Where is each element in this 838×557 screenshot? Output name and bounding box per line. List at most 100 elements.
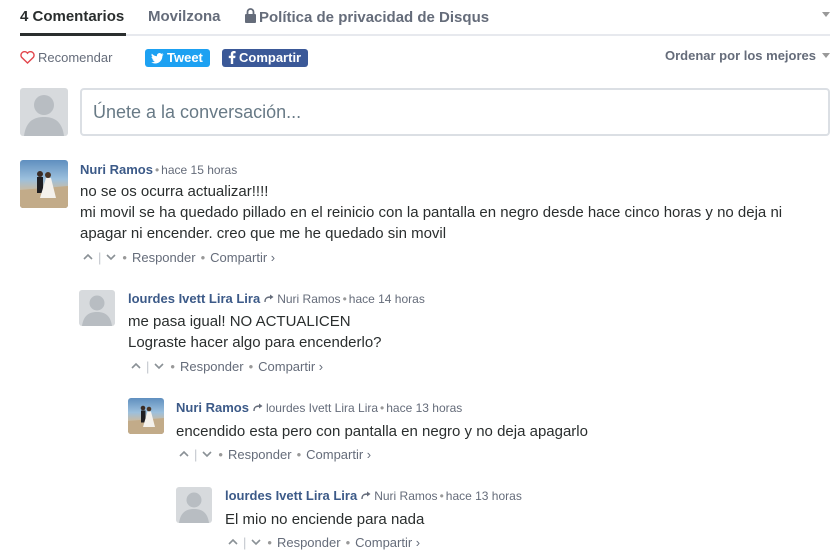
downvote-icon[interactable]	[105, 251, 117, 263]
comment-line: no se os ocurra actualizar!!!!	[80, 183, 269, 200]
recommend-button[interactable]: Recomendar	[20, 50, 112, 65]
tweet-button[interactable]: Tweet	[145, 49, 210, 67]
share-label: Compartir	[239, 50, 302, 65]
downvote-icon[interactable]	[153, 360, 165, 372]
comment-author[interactable]: lourdes Ivett Lira Lira	[225, 488, 357, 503]
comment-timestamp[interactable]: hace 15 horas	[161, 163, 237, 177]
comment: Nuri Ramos lourdes Ivett Lira Lira • hace 1…	[128, 398, 830, 464]
reply-arrow-icon	[361, 491, 371, 500]
comment-author[interactable]: Nuri Ramos	[80, 162, 153, 177]
sort-dropdown[interactable]: Ordenar por los mejores	[665, 48, 830, 63]
comment-line: Lograste hacer algo para encenderlo?	[128, 334, 382, 351]
user-placeholder-icon	[179, 492, 209, 523]
comment-header: lourdes Ivett Lira Lira Nuri Ramos • hace 1…	[128, 291, 425, 306]
user-menu-caret-icon[interactable]	[822, 12, 830, 17]
comment-footer: | • Responder • Compartir ›	[178, 447, 371, 462]
vote-divider: |	[194, 447, 198, 462]
comment-input[interactable]: Únete a la conversación...	[80, 88, 830, 136]
separator-dot: •	[122, 250, 127, 265]
separator-dot: •	[200, 250, 206, 265]
comment-footer: | • Responder • Compartir ›	[130, 359, 323, 374]
wedding-photo-icon	[128, 405, 164, 434]
downvote-icon[interactable]	[250, 536, 262, 548]
reply-link[interactable]: Responder	[132, 250, 196, 265]
facebook-icon	[228, 51, 236, 64]
upvote-icon[interactable]	[82, 251, 94, 263]
share-link[interactable]: Compartir ›	[306, 447, 371, 462]
composer-avatar	[20, 88, 68, 136]
share-link[interactable]: Compartir ›	[355, 535, 420, 550]
tab-comments[interactable]: 4 Comentarios	[20, 8, 124, 25]
comment-author[interactable]: lourdes Ivett Lira Lira	[128, 291, 260, 306]
downvote-icon[interactable]	[201, 448, 213, 460]
reply-to-author[interactable]: lourdes Ivett Lira Lira	[266, 401, 378, 415]
privacy-label: Política de privacidad de Disqus	[259, 9, 490, 26]
vote-divider: |	[146, 359, 150, 374]
separator-dot: •	[218, 447, 223, 462]
separator-dot: •	[439, 489, 444, 503]
upvote-icon[interactable]	[178, 448, 190, 460]
share-link[interactable]: Compartir ›	[258, 359, 323, 374]
comment-footer: | • Responder • Compartir ›	[227, 535, 420, 550]
reply-link[interactable]: Responder	[277, 535, 341, 550]
comment: lourdes Ivett Lira Lira Nuri Ramos • hace 1…	[176, 487, 830, 553]
avatar[interactable]	[128, 398, 164, 434]
separator-dot: •	[248, 359, 254, 374]
share-link[interactable]: Compartir ›	[210, 250, 275, 265]
user-placeholder-icon	[24, 95, 64, 136]
avatar[interactable]	[20, 160, 68, 208]
recommend-label: Recomendar	[38, 50, 113, 65]
comment-body: encendido esta pero con pantalla en negr…	[176, 421, 588, 442]
separator-dot: •	[267, 535, 272, 550]
comment-author[interactable]: Nuri Ramos	[176, 400, 249, 415]
reply-arrow-icon	[264, 294, 274, 303]
avatar[interactable]	[79, 290, 115, 326]
facebook-share-button[interactable]: Compartir	[222, 49, 309, 67]
separator-dot: •	[170, 359, 175, 374]
comment-line: El mio no enciende para nada	[225, 511, 425, 528]
sort-label: Ordenar por los mejores	[665, 48, 816, 63]
vote-divider: |	[243, 535, 247, 550]
top-nav: 4 Comentarios Movilzona Política de priv…	[20, 0, 830, 36]
active-tab-indicator	[20, 33, 126, 36]
comment-header: Nuri Ramos • hace 15 horas	[80, 162, 237, 177]
tweet-label: Tweet	[167, 50, 203, 65]
comment-header: lourdes Ivett Lira Lira Nuri Ramos • hace 1…	[225, 488, 522, 503]
chevron-down-icon	[822, 53, 830, 58]
separator-dot: •	[296, 447, 302, 462]
upvote-icon[interactable]	[227, 536, 239, 548]
comment-line: me pasa igual! NO ACTUALICEN	[128, 313, 351, 330]
lock-icon	[245, 8, 256, 23]
reply-to-author[interactable]: Nuri Ramos	[277, 292, 340, 306]
comment: Nuri Ramos • hace 15 horas no se os ocurra…	[20, 160, 830, 268]
comment-footer: | • Responder • Compartir ›	[82, 250, 275, 265]
separator-dot: •	[342, 292, 347, 306]
twitter-icon	[151, 53, 164, 64]
reply-link[interactable]: Responder	[228, 447, 292, 462]
comment-line: mi movil se ha quedado pillado en el rei…	[80, 204, 783, 221]
user-placeholder-icon	[82, 295, 112, 326]
reply-to-author[interactable]: Nuri Ramos	[374, 489, 437, 503]
tab-site[interactable]: Movilzona	[148, 8, 221, 25]
tab-privacy[interactable]: Política de privacidad de Disqus	[244, 8, 489, 26]
comment-timestamp[interactable]: hace 13 horas	[386, 401, 462, 415]
reply-arrow-icon	[253, 403, 263, 412]
separator-dot: •	[154, 163, 160, 177]
comment-header: Nuri Ramos lourdes Ivett Lira Lira • hace 1…	[176, 400, 462, 415]
vote-divider: |	[98, 250, 102, 265]
comment-body: no se os ocurra actualizar!!!! mi movil …	[80, 181, 782, 244]
separator-dot: •	[345, 535, 351, 550]
comment-timestamp[interactable]: hace 14 horas	[349, 292, 425, 306]
upvote-icon[interactable]	[130, 360, 142, 372]
comment-line: encendido esta pero con pantalla en negr…	[176, 423, 588, 440]
heart-icon	[20, 51, 35, 64]
action-bar: Recomendar Tweet Compartir Ordenar por l…	[20, 48, 830, 70]
reply-link[interactable]: Responder	[180, 359, 244, 374]
comment-body: El mio no enciende para nada	[225, 509, 424, 530]
comment-line: apagar ni encender. creo que me he queda…	[80, 225, 447, 242]
avatar[interactable]	[176, 487, 212, 523]
comment-body: me pasa igual! NO ACTUALICEN Lograste ha…	[128, 311, 382, 353]
separator-dot: •	[380, 401, 385, 415]
comment-timestamp[interactable]: hace 13 horas	[446, 489, 522, 503]
comment: lourdes Ivett Lira Lira Nuri Ramos • hace 1…	[79, 290, 830, 376]
